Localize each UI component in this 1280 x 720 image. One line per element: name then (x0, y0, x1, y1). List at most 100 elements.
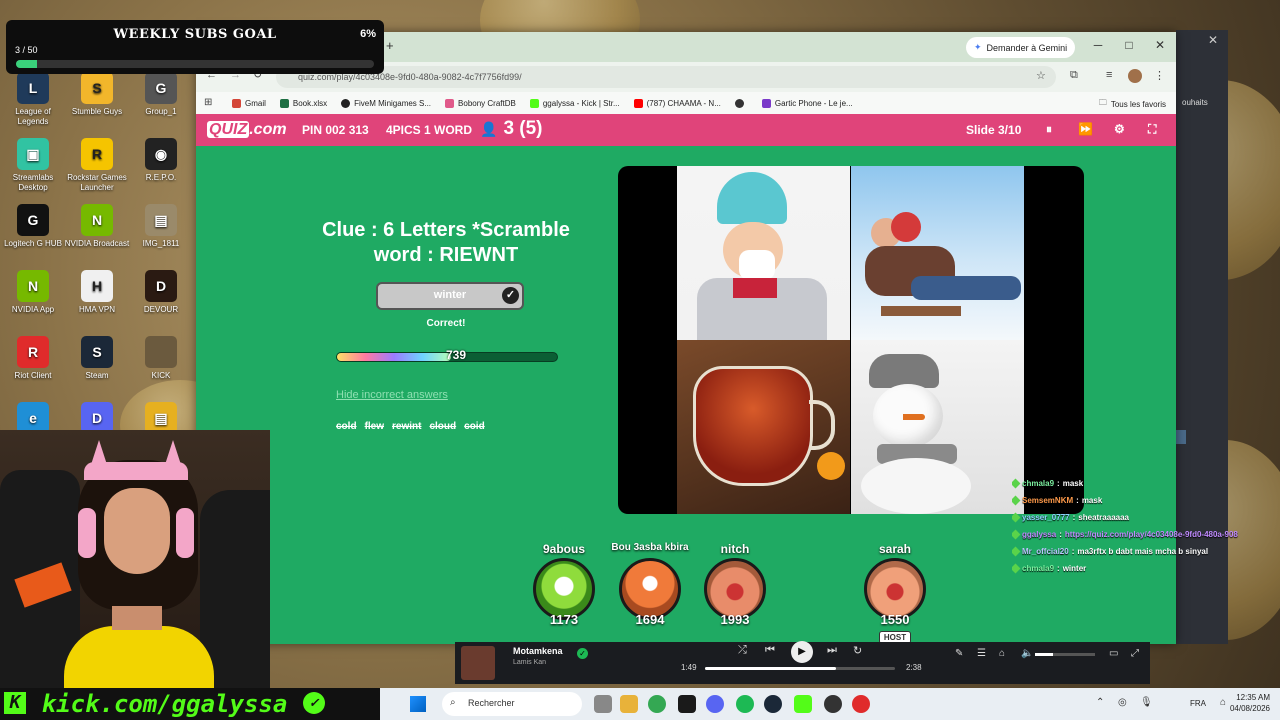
desktop-icon[interactable]: ▣ Streamlabs Desktop (0, 138, 66, 193)
bookmark-bobony[interactable]: Bobony CraftDB (445, 98, 516, 108)
quiz-logo[interactable]: QUIZ .com (207, 121, 287, 139)
media-icon[interactable]: ≡ (1106, 69, 1112, 81)
app-icon: L (17, 72, 49, 104)
settings-icon[interactable]: ⚙ (1114, 122, 1125, 136)
taskview-icon[interactable] (594, 695, 612, 713)
fullscreen-icon[interactable]: ⛶ (1148, 122, 1156, 137)
desktop-icon[interactable]: H HMA VPN (64, 270, 130, 315)
player-name: Bou 3asba kbira (611, 542, 689, 553)
subs-goal-bar (16, 60, 374, 68)
chrome-icon[interactable] (648, 695, 666, 713)
hide-incorrect-link[interactable]: Hide incorrect answers (336, 389, 448, 401)
queue-icon[interactable]: ☰ (977, 648, 986, 659)
fullscreen-player-icon[interactable]: ⤢ (1131, 648, 1139, 659)
language-indicator[interactable]: FRA (1190, 699, 1206, 708)
spotify-icon[interactable] (736, 695, 754, 713)
all-bookmarks[interactable]: 🗀 Tous les favoris (1099, 97, 1166, 111)
play-button[interactable]: ▶ (791, 641, 813, 663)
url-field[interactable]: quiz.com/play/4c03408e-9fd0-480a-9082-4c… (276, 66, 1056, 88)
taskbar-app-icon[interactable] (678, 695, 696, 713)
microphone-icon[interactable]: 🎙 (1140, 697, 1153, 708)
kick-k-icon: K (4, 691, 26, 714)
player-avatar (533, 558, 595, 620)
taskbar-search[interactable]: ⌕ Rechercher (442, 692, 582, 716)
windows-start-icon[interactable] (410, 696, 426, 712)
bookmark-fivem[interactable]: FiveM Minigames S... (341, 98, 431, 108)
bookmarks-bar: ⊞ Gmail Book.xlsx FiveM Minigames S... B… (196, 92, 1176, 114)
bookmark-star-icon[interactable]: ☆ (1036, 69, 1046, 82)
menu-icon[interactable]: ⋮ (1154, 69, 1165, 82)
chat-separator: : (1076, 496, 1079, 505)
chat-username[interactable]: yasser_0777 (1022, 513, 1070, 522)
maximize-button[interactable]: □ (1119, 38, 1139, 52)
skip-icon[interactable]: ⏩ (1078, 122, 1093, 136)
volume-slider[interactable] (1035, 653, 1095, 656)
incorrect-answer: coid (464, 421, 485, 432)
desktop-icon[interactable]: G Group_1 (128, 72, 194, 117)
miniplayer-icon[interactable]: ▭ (1109, 648, 1118, 659)
gemini-button[interactable]: ✦ Demander à Gemini (966, 37, 1076, 58)
tray-eye-icon[interactable]: ◎ (1118, 697, 1127, 708)
obs-icon[interactable] (824, 695, 842, 713)
tray-chevron-icon[interactable]: ⌃ (1096, 697, 1104, 708)
shuffle-icon[interactable]: ⤮ (738, 644, 747, 657)
lyrics-icon[interactable]: ✎ (955, 648, 963, 659)
desktop-icon[interactable]: ▤ IMG_1811 (128, 204, 194, 249)
desktop-icon[interactable]: ◉ R.E.P.O. (128, 138, 194, 183)
volume-icon[interactable]: 🔈 (1021, 648, 1033, 659)
bookmark-youtube[interactable]: (787) CHAAMA - N... (633, 98, 721, 108)
new-tab-button[interactable]: + (386, 38, 394, 53)
desktop-icon[interactable]: L League of Legends (0, 72, 66, 127)
minimize-button[interactable]: ─ (1088, 38, 1108, 52)
extensions-icon[interactable]: ⧉ (1070, 69, 1078, 82)
chat-text: sheatraaaaaa (1078, 513, 1129, 522)
steam-icon[interactable] (764, 695, 782, 713)
system-clock[interactable]: 12:35 AM 04/08/2026 (1230, 692, 1270, 714)
desktop-icon[interactable]: D DEVOUR (128, 270, 194, 315)
track-title: Motamkena (513, 646, 563, 656)
desktop-icon[interactable]: KICK (128, 336, 194, 381)
chat-username[interactable]: ggalyssa (1022, 530, 1056, 539)
desktop-icon[interactable]: G Logitech G HUB (0, 204, 66, 249)
app-icon: D (145, 270, 177, 302)
desktop-icon[interactable]: S Stumble Guys (64, 72, 130, 117)
kick-banner: K kick.com/ggalyssa ✓ (0, 688, 380, 720)
previous-icon[interactable]: ⏮ (765, 644, 775, 657)
file-explorer-icon[interactable] (620, 695, 638, 713)
player-points: 1694 (635, 612, 665, 627)
player-avatar (704, 558, 766, 620)
desktop-icon[interactable]: N NVIDIA App (0, 270, 66, 315)
apps-grid-icon[interactable]: ⊞ (204, 97, 212, 108)
kick-app-icon[interactable] (794, 695, 812, 713)
bookmark-kick[interactable]: ggalyssa - Kick | Str... (529, 98, 620, 108)
track-progress[interactable] (705, 667, 895, 670)
clue-text: Clue : 6 Letters *Scramble word : RIEWNT (322, 219, 570, 266)
pause-icon[interactable]: ⏸ (1046, 122, 1052, 137)
riot-app-icon[interactable] (852, 695, 870, 713)
bg-window-close[interactable]: ✕ (1198, 30, 1228, 54)
desktop-icon-label: NVIDIA App (11, 305, 55, 314)
chat-username[interactable]: Mr_offcial20 (1022, 547, 1069, 556)
desktop-icon[interactable]: N NVIDIA Broadcast (64, 204, 130, 249)
close-button[interactable]: ✕ (1150, 38, 1170, 52)
desktop-icon[interactable]: R Riot Client (0, 336, 66, 381)
bookmark-globe[interactable] (734, 98, 748, 108)
desktop-icon[interactable]: R Rockstar Games Launcher (64, 138, 130, 193)
profile-avatar[interactable] (1128, 69, 1142, 83)
chat-username[interactable]: chmala9 (1022, 479, 1054, 488)
chat-badge-icon (1012, 478, 1021, 489)
liked-check-icon[interactable]: ✓ (577, 648, 588, 659)
next-icon[interactable]: ⏭ (827, 644, 837, 657)
desktop-icon-label: R.E.P.O. (145, 173, 177, 182)
desktop-icon[interactable]: S Steam (64, 336, 130, 381)
devices-icon[interactable]: ⌂ (999, 648, 1005, 659)
chat-separator: : (1072, 513, 1076, 522)
bookmark-gmail[interactable]: Gmail (232, 98, 266, 108)
discord-icon[interactable] (706, 695, 724, 713)
bookmark-book[interactable]: Book.xlsx (279, 98, 327, 108)
bookmark-gartic[interactable]: Gartic Phone - Le je... (761, 98, 853, 108)
chat-username[interactable]: SemsemNKM (1022, 496, 1073, 505)
chat-username[interactable]: chmala9 (1022, 564, 1054, 573)
network-icon[interactable]: ⌂ (1220, 697, 1226, 708)
repeat-icon[interactable]: ↻ (853, 644, 862, 657)
